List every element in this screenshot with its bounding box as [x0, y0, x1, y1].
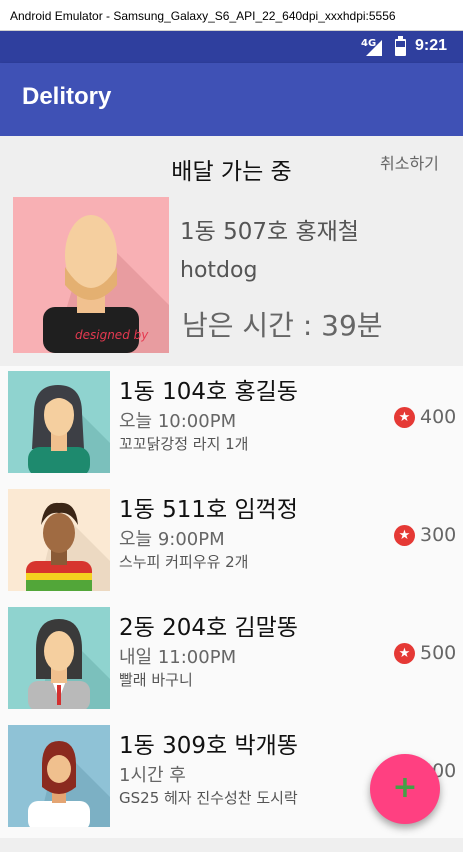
order-time: 1시간 후 — [119, 765, 186, 786]
status-clock: 9:21 — [415, 37, 448, 54]
star-icon: ★ — [394, 407, 415, 428]
order-description: GS25 헤자 진수성찬 도시락 — [119, 789, 298, 807]
current-item: hotdog — [180, 258, 258, 283]
order-time: 내일 11:00PM — [119, 647, 237, 668]
remaining-time: 남은 시간 : 39분 — [182, 309, 383, 342]
order-points-value: 300 — [420, 524, 457, 546]
order-avatar — [8, 371, 110, 473]
order-list-item[interactable]: 2동 204호 김말똥 내일 11:00PM 빨래 바구니 ★ 500 — [0, 602, 463, 720]
order-points-value: 400 — [420, 406, 457, 428]
cancel-button[interactable]: 취소하기 — [380, 150, 439, 174]
app-title: Delitory — [22, 83, 112, 110]
order-time: 오늘 9:00PM — [119, 529, 225, 550]
order-address: 1동 309호 박개똥 — [119, 733, 298, 759]
current-delivery-card: 배달 가는 중 취소하기 designed by 1동 507호 홍재철 hot… — [0, 136, 463, 359]
plus-icon: + — [392, 770, 418, 805]
status-bar: 4G 9:21 — [0, 31, 463, 63]
signal-icon — [366, 40, 382, 56]
order-avatar — [8, 725, 110, 827]
content-area[interactable]: 배달 가는 중 취소하기 designed by 1동 507호 홍재철 hot… — [0, 136, 463, 852]
order-points-value: 500 — [420, 642, 457, 664]
star-icon: ★ — [394, 525, 415, 546]
courier-avatar: designed by — [13, 197, 169, 353]
current-address: 1동 507호 홍재철 — [180, 219, 359, 245]
order-address: 1동 511호 임꺽정 — [119, 497, 298, 523]
star-icon: ★ — [394, 643, 415, 664]
order-avatar — [8, 489, 110, 591]
order-description: 꼬꼬닭강정 라지 1개 — [119, 435, 249, 453]
order-avatar — [8, 607, 110, 709]
order-list-item[interactable]: 1동 511호 임꺽정 오늘 9:00PM 스누피 커피우유 2개 ★ 300 — [0, 484, 463, 602]
app-bar: Delitory — [0, 63, 463, 136]
battery-icon — [395, 36, 406, 56]
order-address: 2동 204호 김말똥 — [119, 615, 298, 641]
order-description: 빨래 바구니 — [119, 671, 193, 689]
order-address: 1동 104호 홍길동 — [119, 379, 298, 405]
window-title: Android Emulator - Samsung_Galaxy_S6_API… — [0, 0, 463, 31]
order-list-item[interactable]: 1동 104호 홍길동 오늘 10:00PM 꼬꼬닭강정 라지 1개 ★ 400 — [0, 366, 463, 484]
order-description: 스누피 커피우유 2개 — [119, 553, 249, 571]
designer-caption: designed by — [75, 328, 149, 342]
add-order-button[interactable]: + — [370, 754, 440, 824]
order-time: 오늘 10:00PM — [119, 411, 237, 432]
